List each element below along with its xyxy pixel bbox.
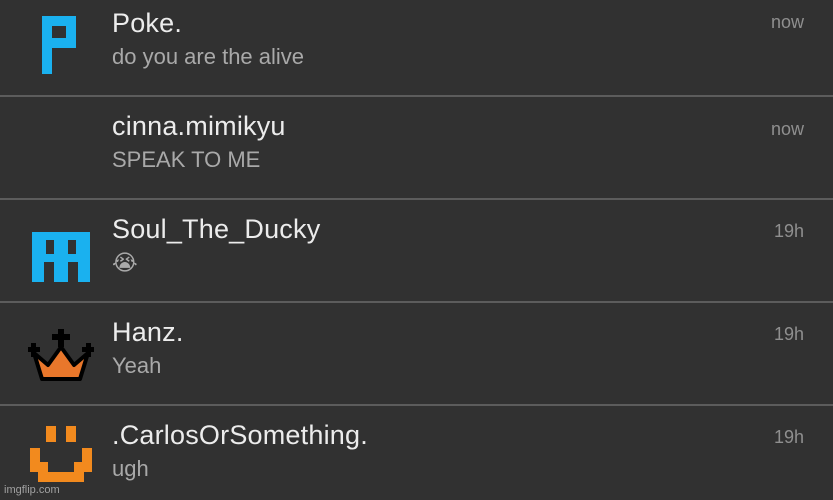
crown-icon [28,329,94,381]
notification-time: 19h [773,221,804,241]
notification-item[interactable]: .CarlosOrSomething. ugh 19h [0,406,833,500]
notification-time: now [770,12,804,32]
blue-pixel-invader-icon [32,232,90,282]
watermark: imgflip.com [4,484,60,496]
notification-message: Yeah [112,353,162,378]
notification-message: ugh [112,456,149,481]
blue-pixel-p-icon [42,16,76,74]
notification-name: cinna.mimikyu [112,111,286,141]
notification-message: 😭 [112,250,138,275]
notification-name: .CarlosOrSomething. [112,420,368,450]
notification-item[interactable]: Soul_The_Ducky 😭 19h [0,200,833,303]
notification-item[interactable]: Poke. do you are the alive now [0,0,833,97]
notification-time: 19h [773,324,804,344]
notification-list: Poke. do you are the alive now cinna.mim… [0,0,833,500]
notification-name: Soul_The_Ducky [112,214,321,244]
notification-name: Poke. [112,8,183,38]
avatar [26,12,92,78]
avatar [28,220,94,286]
avatar [26,111,92,177]
notification-item[interactable]: cinna.mimikyu SPEAK TO ME now [0,97,833,200]
notification-message: do you are the alive [112,44,305,69]
avatar [28,424,94,490]
notification-message: SPEAK TO ME [112,147,261,172]
orange-smiley-icon [30,426,92,482]
notification-time: now [770,119,804,139]
notification-item[interactable]: Hanz. Yeah 19h [0,303,833,406]
notification-name: Hanz. [112,317,184,347]
notification-time: 19h [773,427,804,447]
avatar [28,325,94,391]
